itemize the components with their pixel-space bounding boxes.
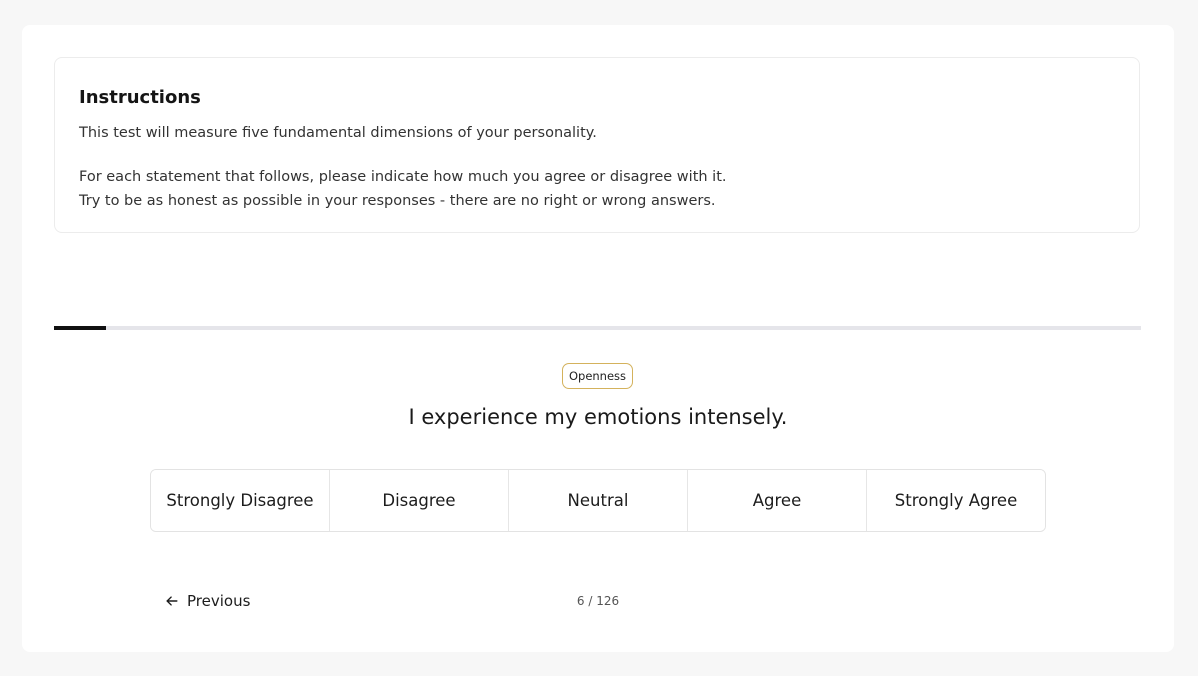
instructions-paragraph-2: For each statement that follows, please … (79, 165, 727, 213)
instructions-panel: Instructions This test will measure five… (54, 57, 1140, 233)
option-disagree[interactable]: Disagree (330, 470, 509, 531)
category-badge: Openness (562, 363, 633, 389)
main-card: Instructions This test will measure five… (22, 25, 1174, 652)
question-counter: 6 / 126 (576, 594, 620, 608)
option-strongly-disagree[interactable]: Strongly Disagree (151, 470, 330, 531)
instructions-line-1: For each statement that follows, please … (79, 169, 727, 185)
instructions-line-2: Try to be as honest as possible in your … (79, 193, 716, 209)
instructions-paragraph-1: This test will measure five fundamental … (79, 125, 597, 141)
option-neutral[interactable]: Neutral (509, 470, 688, 531)
progress-bar-fill (54, 326, 107, 330)
instructions-title: Instructions (79, 87, 201, 108)
answer-options: Strongly Disagree Disagree Neutral Agree… (150, 469, 1046, 532)
question-text: I experience my emotions intensely. (408, 405, 788, 429)
progress-bar (54, 326, 1141, 330)
option-agree[interactable]: Agree (688, 470, 867, 531)
option-strongly-agree[interactable]: Strongly Agree (867, 470, 1045, 531)
